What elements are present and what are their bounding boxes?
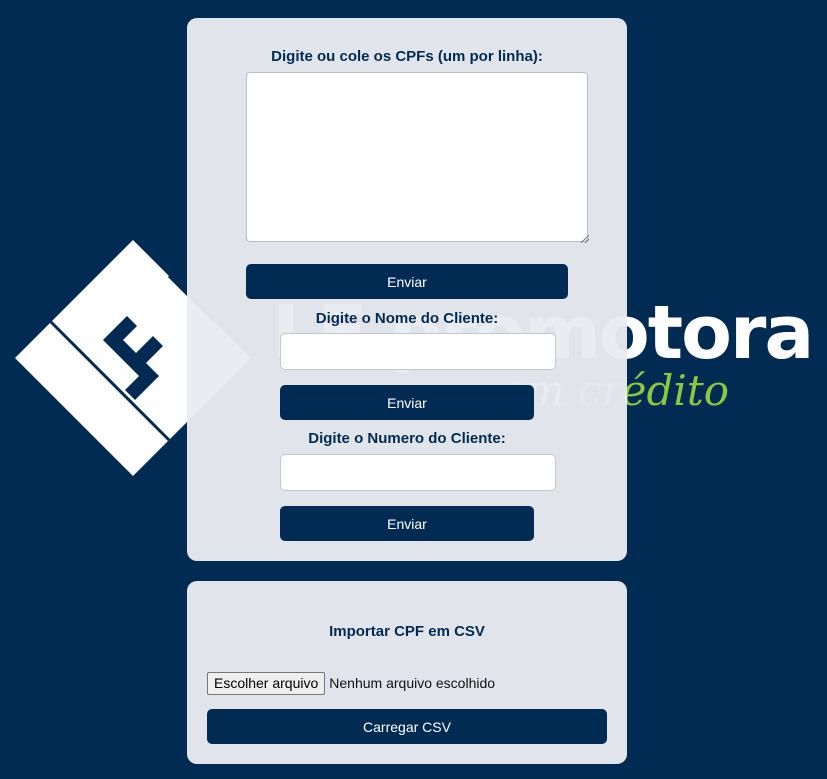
cpf-submit-button[interactable]: Enviar: [246, 264, 568, 299]
choose-file-button[interactable]: Escolher arquivo: [207, 671, 326, 695]
csv-import-card: Importar CPF em CSV Escolher arquivo Nen…: [187, 581, 627, 764]
client-name-input[interactable]: [280, 333, 556, 370]
client-number-input[interactable]: [280, 454, 556, 491]
client-search-card: Digite ou cole os CPFs (um por linha): E…: [187, 18, 627, 561]
resize-grip-icon[interactable]: [581, 235, 589, 243]
file-status-text: Nenhum arquivo escolhido: [329, 675, 496, 691]
csv-import-title: Importar CPF em CSV: [329, 623, 485, 640]
file-picker: Escolher arquivo Nenhum arquivo escolhid…: [207, 671, 496, 695]
cpf-list-label: Digite ou cole os CPFs (um por linha):: [271, 48, 543, 65]
client-name-label: Digite o Nome do Cliente:: [315, 310, 499, 327]
client-number-label: Digite o Numero do Cliente:: [308, 430, 506, 447]
client-number-submit-button[interactable]: Enviar: [280, 506, 534, 541]
page: LF promotora em crédito Digite ou cole o…: [0, 0, 827, 779]
cpf-list-textarea[interactable]: [246, 72, 588, 242]
client-name-submit-button[interactable]: Enviar: [280, 385, 534, 420]
upload-csv-button[interactable]: Carregar CSV: [207, 709, 607, 744]
